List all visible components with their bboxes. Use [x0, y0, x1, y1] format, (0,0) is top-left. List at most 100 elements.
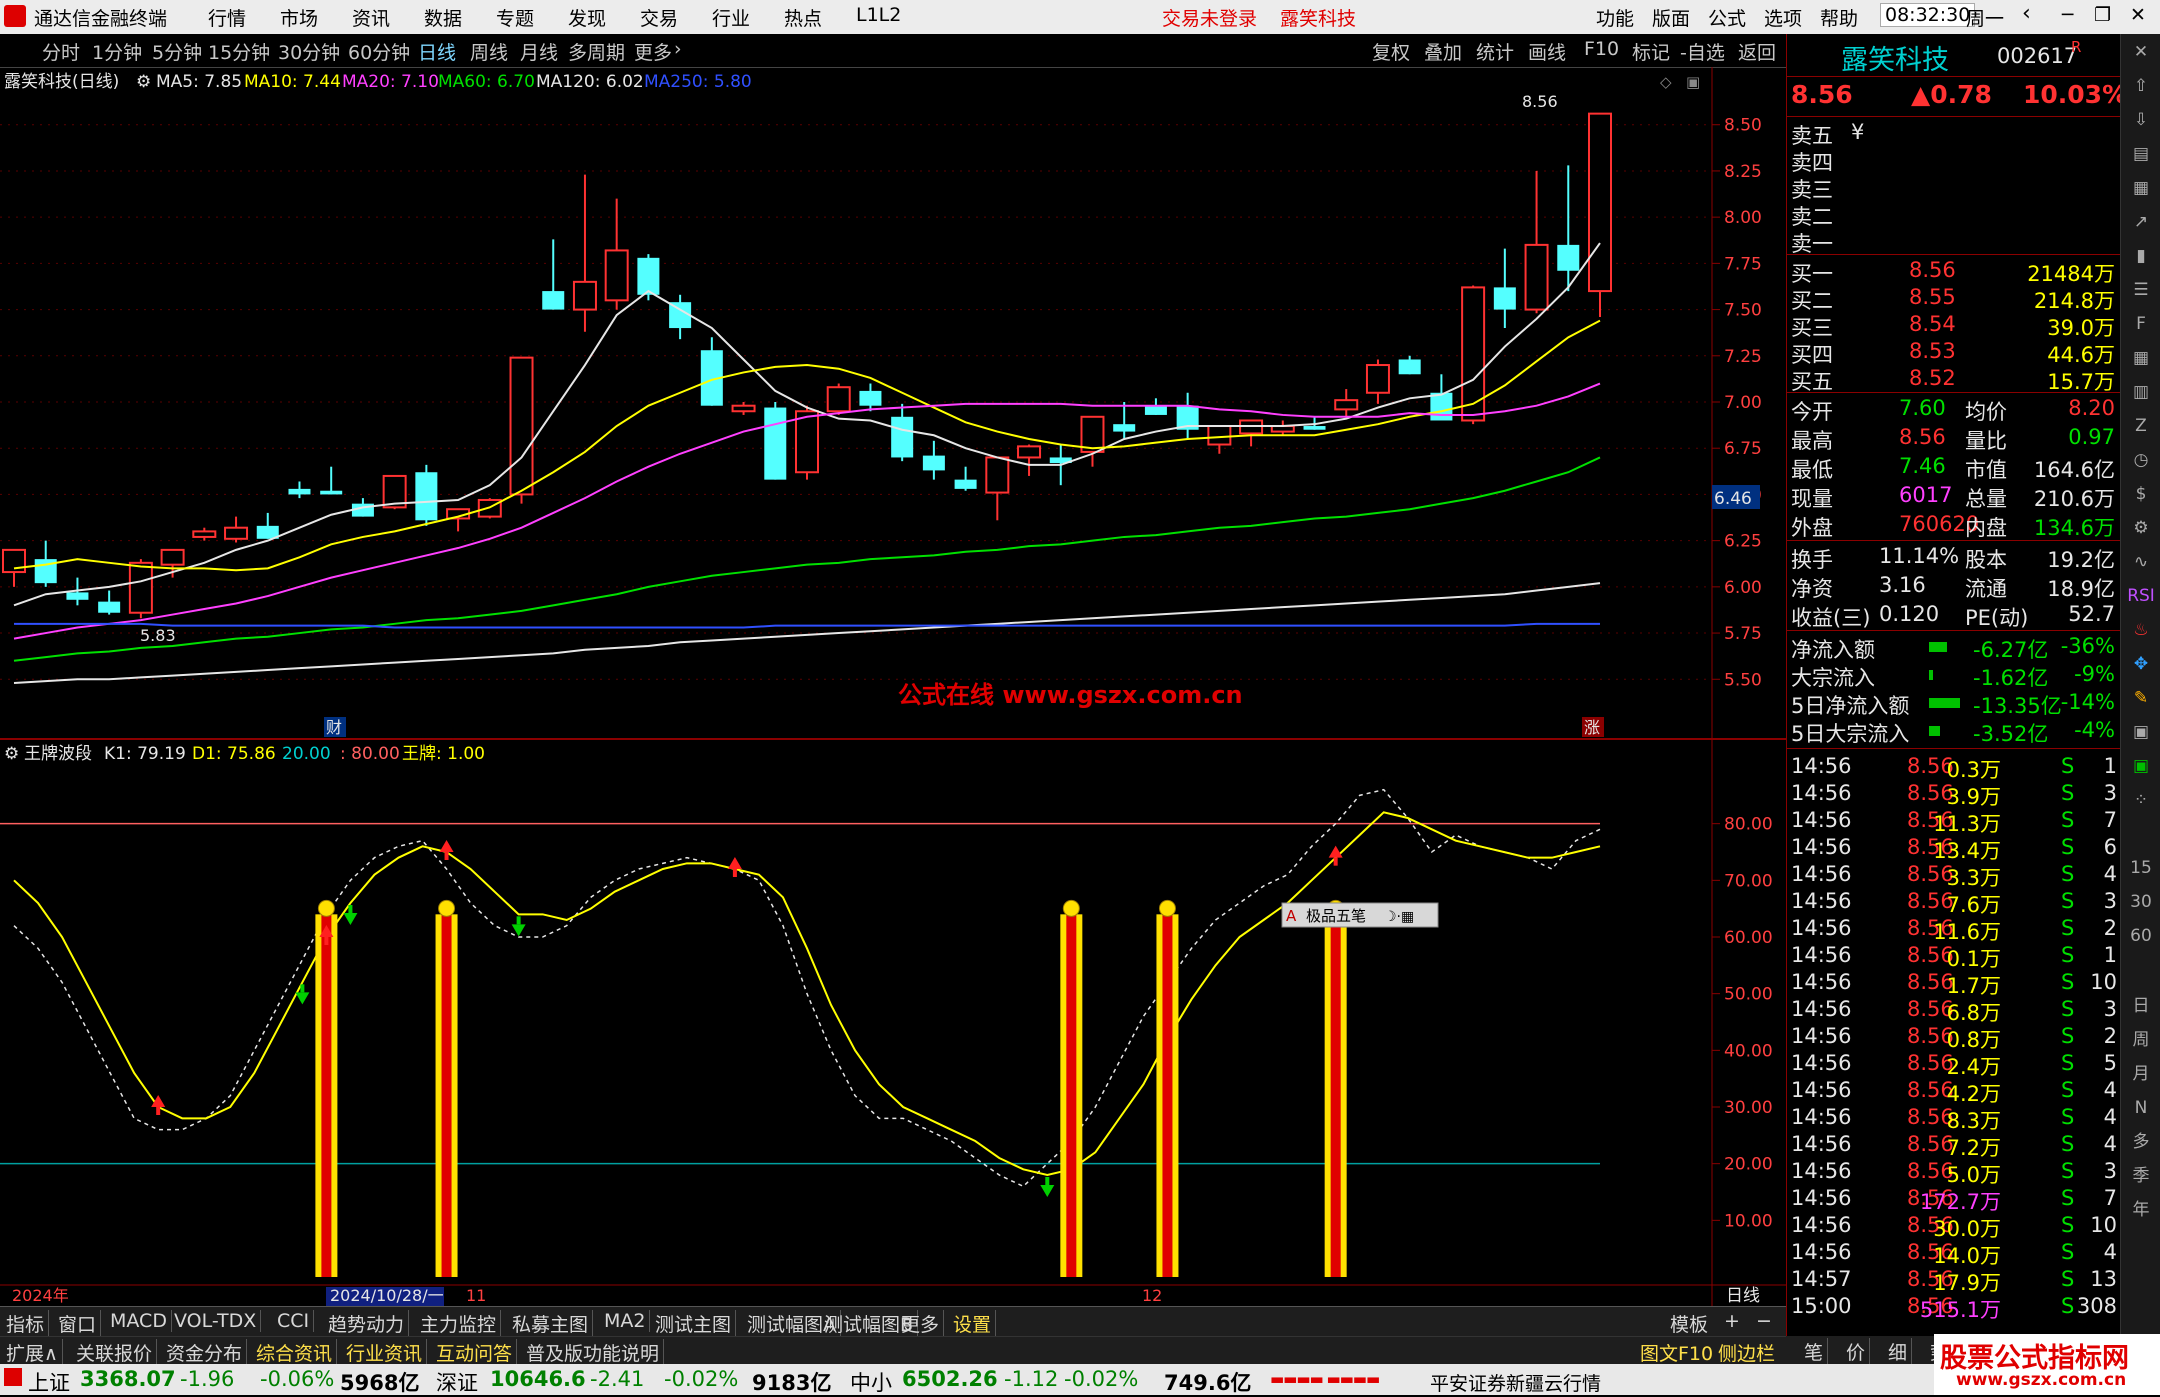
sz-index-label[interactable]: 深证 [436, 1367, 478, 1397]
period-quarter[interactable]: 季 [2127, 1162, 2155, 1190]
extension-tab[interactable]: 综合资讯 [252, 1339, 338, 1366]
tick-row[interactable]: 14:56 8.56 8.3万 S 4 [1787, 1105, 2121, 1133]
diamond-icon[interactable]: ◇ [1660, 73, 1672, 91]
clock-icon[interactable]: ◷ [2127, 446, 2155, 474]
right-panel-tab[interactable]: 笔 [1800, 1338, 1829, 1365]
tick-row[interactable]: 15:00 8.56 515.1万 S 308 [1787, 1294, 2121, 1322]
indicator-tab[interactable]: 设置 [949, 1310, 997, 1337]
tick-row[interactable]: 14:56 8.56 2.4万 S 5 [1787, 1051, 2121, 1079]
fund-row[interactable]: 净资 3.16 流通 18.9亿 [1787, 573, 2121, 601]
tool-overlay[interactable]: 叠加 [1424, 38, 1462, 65]
tool-mark[interactable]: 标记 [1632, 38, 1670, 65]
move-icon[interactable]: ✥ [2127, 650, 2155, 678]
flow-row[interactable]: 5日大宗流入 -3.52亿 -4% [1787, 718, 2121, 746]
period-multi-side[interactable]: 多 [2127, 1128, 2155, 1156]
money-icon[interactable]: $ [2127, 480, 2155, 508]
period-1min[interactable]: 1分钟 [92, 38, 142, 65]
dots-icon[interactable]: ⁘ [2127, 786, 2155, 814]
menu-item-l1l2[interactable]: L1L2 [856, 4, 901, 26]
moon-icon[interactable]: ☽·▦ [1384, 909, 1414, 925]
period-15[interactable]: 15 [2127, 854, 2155, 882]
indicator-tab[interactable]: CCI [273, 1310, 315, 1332]
menu-item-options[interactable]: 选项 [1764, 4, 1802, 31]
buy-level-row[interactable]: 买三 8.54 39.0万 [1787, 312, 2121, 340]
window-icon[interactable]: ▣ [2127, 718, 2155, 746]
candle-icon[interactable]: ▮ [2127, 242, 2155, 270]
menu-item-quotes[interactable]: 行情 [208, 4, 246, 31]
tick-row[interactable]: 14:56 8.56 0.1万 S 1 [1787, 943, 2121, 971]
grid-icon[interactable]: ▦ [2127, 344, 2155, 372]
sh-index-label[interactable]: 上证 [28, 1367, 70, 1397]
tool-draw[interactable]: 画线 [1528, 38, 1566, 65]
settings-gear-icon[interactable]: ⚙ [136, 72, 151, 92]
doc-icon[interactable]: ▥ [2127, 378, 2155, 406]
extension-tab[interactable]: 资金分布 [162, 1339, 248, 1366]
chart-area[interactable]: 露笑科技(日线) ⚙ MA5: 7.85 MA10: 7.44 MA20: 7.… [0, 67, 1786, 1310]
tool-adjust[interactable]: 复权 [1372, 38, 1410, 65]
ime-label[interactable]: 极品五笔 [1306, 907, 1366, 925]
tick-row[interactable]: 14:56 8.56 11.3万 S 7 [1787, 808, 2121, 836]
buy-level-row[interactable]: 买五 8.52 15.7万 [1787, 366, 2121, 394]
tick-row[interactable]: 14:56 8.56 0.8万 S 2 [1787, 1024, 2121, 1052]
arrow-up-icon[interactable]: ⇧ [2127, 72, 2155, 100]
cai-marker[interactable]: 财 [326, 718, 342, 737]
indicator-tab[interactable]: 测试主图 [651, 1310, 737, 1337]
menu-item-layout[interactable]: 版面 [1652, 4, 1690, 31]
zx-index-label[interactable]: 中小 [850, 1367, 892, 1397]
green-icon[interactable]: ▣ [2127, 752, 2155, 780]
close-panel-icon[interactable]: ✕ [2127, 38, 2155, 66]
stat-row[interactable]: 今开 7.60 均价 8.20 [1787, 396, 2121, 424]
indicator-tab[interactable]: VOL-TDX [170, 1310, 262, 1332]
period-day[interactable]: 日 [2127, 992, 2155, 1020]
indicator-tab[interactable]: MA2 [600, 1310, 651, 1332]
flow-row[interactable]: 大宗流入 -1.62亿 -9% [1787, 662, 2121, 690]
period-intraday[interactable]: 分时 [42, 38, 80, 65]
buy-level-row[interactable]: 买四 8.53 44.6万 [1787, 339, 2121, 367]
tick-row[interactable]: 14:57 8.56 17.9万 S 13 [1787, 1267, 2121, 1295]
tick-row[interactable]: 14:56 8.56 13.4万 S 6 [1787, 835, 2121, 863]
menu-item-industry[interactable]: 行业 [712, 4, 750, 31]
period-monthly[interactable]: 月线 [520, 38, 558, 65]
chart-icon[interactable]: ▤ [2127, 140, 2155, 168]
menu-item-market[interactable]: 市场 [280, 4, 318, 31]
tool-f10[interactable]: F10 [1584, 38, 1619, 60]
chevron-right-icon[interactable]: › [674, 38, 682, 60]
stat-row[interactable]: 最高 8.56 量比 0.97 [1787, 425, 2121, 453]
indicator-tab[interactable]: 指标 [2, 1310, 50, 1337]
stat-row[interactable]: 现量 6017 总量 210.6万 [1787, 483, 2121, 511]
period-month[interactable]: 月 [2127, 1060, 2155, 1088]
tool-stats[interactable]: 统计 [1476, 38, 1514, 65]
fire-icon[interactable]: ♨ [2127, 616, 2155, 644]
list-icon[interactable]: ☰ [2127, 276, 2155, 304]
indicator-tab[interactable]: 窗口 [54, 1310, 102, 1337]
period-15min[interactable]: 15分钟 [208, 38, 270, 65]
period-60min[interactable]: 60分钟 [348, 38, 410, 65]
zhang-marker[interactable]: 涨 [1584, 718, 1600, 737]
menu-item-news[interactable]: 资讯 [352, 4, 390, 31]
tick-row[interactable]: 14:56 8.56 7.6万 S 3 [1787, 889, 2121, 917]
tick-row[interactable]: 14:56 8.56 3.9万 S 3 [1787, 781, 2121, 809]
table-icon[interactable]: ▦ [2127, 174, 2155, 202]
period-week[interactable]: 周 [2127, 1026, 2155, 1054]
tick-row[interactable]: 14:56 8.56 3.3万 S 4 [1787, 862, 2121, 890]
extension-tab[interactable]: 普及版功能说明 [522, 1339, 665, 1366]
minimize-icon[interactable]: ─ [2062, 4, 2073, 26]
period-30[interactable]: 30 [2127, 888, 2155, 916]
fin-icon[interactable]: F [2127, 310, 2155, 338]
menu-item-trade[interactable]: 交易 [640, 4, 678, 31]
flow-row[interactable]: 净流入额 -6.27亿 -36% [1787, 634, 2121, 662]
extension-tab[interactable]: 行业资讯 [342, 1339, 428, 1366]
period-n[interactable]: N [2127, 1094, 2155, 1122]
fund-row[interactable]: 收益(三) 0.120 PE(动) 52.7 [1787, 602, 2121, 630]
arrow-down-icon[interactable]: ⇩ [2127, 106, 2155, 134]
menu-item-hot[interactable]: 热点 [784, 4, 822, 31]
sell-level-row[interactable]: 卖三 [1787, 174, 2121, 202]
indicator-tab[interactable]: 趋势动力 [324, 1310, 410, 1337]
period-30min[interactable]: 30分钟 [278, 38, 340, 65]
period-weekly[interactable]: 周线 [470, 38, 508, 65]
sell-level-row[interactable]: 卖四 [1787, 147, 2121, 175]
period-60[interactable]: 60 [2127, 922, 2155, 950]
broker-name[interactable]: 平安证券新疆云行情 [1430, 1369, 1601, 1396]
close-icon[interactable]: ✕ [2130, 4, 2146, 26]
extension-tab[interactable]: 互动问答 [432, 1339, 518, 1366]
